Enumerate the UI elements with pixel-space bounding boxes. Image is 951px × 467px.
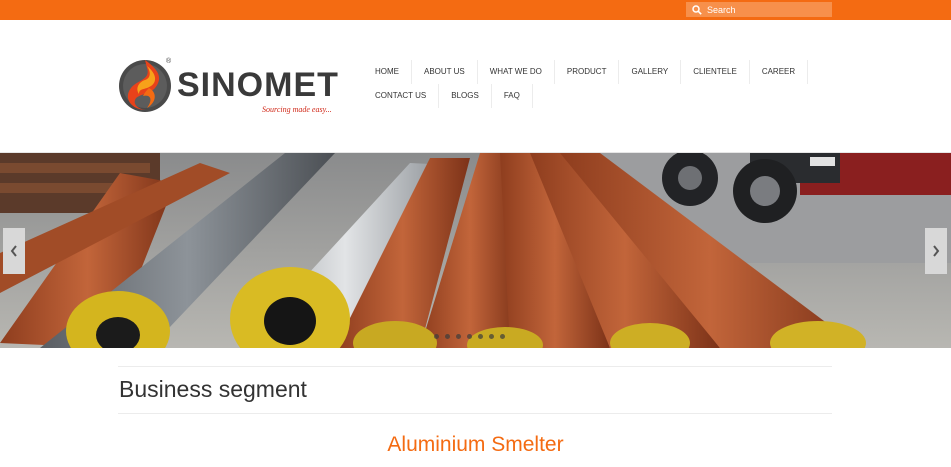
chevron-left-icon xyxy=(10,245,17,257)
site-header: ® SINOMET Sourcing made easy... HOME ABO… xyxy=(0,20,951,153)
main-nav: HOME ABOUT US WHAT WE DO PRODUCT GALLERY… xyxy=(363,60,809,108)
nav-contact-us[interactable]: CONTACT US xyxy=(363,84,440,108)
search-box[interactable] xyxy=(686,2,832,17)
slider-dot-2[interactable] xyxy=(445,334,450,339)
nav-about-us[interactable]: ABOUT US xyxy=(412,60,478,84)
logo-tagline: Sourcing made easy... xyxy=(262,105,332,114)
chevron-right-icon xyxy=(933,245,940,257)
nav-home[interactable]: HOME xyxy=(363,60,412,84)
slider-next-button[interactable] xyxy=(925,228,947,274)
nav-clientele[interactable]: CLIENTELE xyxy=(681,60,750,84)
nav-faq[interactable]: FAQ xyxy=(492,84,533,108)
section-divider-top xyxy=(118,366,832,367)
search-icon xyxy=(692,4,702,15)
nav-row-2: CONTACT US BLOGS FAQ xyxy=(363,84,803,108)
section-title: Business segment xyxy=(119,376,307,402)
slider-dot-5[interactable] xyxy=(478,334,483,339)
nav-row-1: HOME ABOUT US WHAT WE DO PRODUCT GALLERY… xyxy=(363,60,809,84)
registered-mark: ® xyxy=(166,58,172,65)
search-input[interactable] xyxy=(707,4,827,15)
slider-dot-3[interactable] xyxy=(456,334,461,339)
nav-career[interactable]: CAREER xyxy=(750,60,809,84)
nav-product[interactable]: PRODUCT xyxy=(555,60,620,84)
hero-image xyxy=(0,153,951,348)
logo-text: SINOMET xyxy=(177,66,339,104)
slider-dot-6[interactable] xyxy=(489,334,494,339)
top-bar xyxy=(0,0,951,20)
slider-pagination xyxy=(434,334,505,339)
hero-slider[interactable] xyxy=(0,153,951,348)
slider-dot-4[interactable] xyxy=(467,334,472,339)
nav-gallery[interactable]: GALLERY xyxy=(619,60,682,84)
slider-prev-button[interactable] xyxy=(3,228,25,274)
nav-blogs[interactable]: BLOGS xyxy=(439,84,492,108)
nav-what-we-do[interactable]: WHAT WE DO xyxy=(478,60,555,84)
section-divider-bottom xyxy=(118,413,832,414)
slider-dot-7[interactable] xyxy=(500,334,505,339)
logo[interactable]: ® SINOMET Sourcing made easy... xyxy=(117,48,349,118)
slider-dot-1[interactable] xyxy=(434,334,439,339)
segment-title[interactable]: Aluminium Smelter xyxy=(0,433,951,457)
